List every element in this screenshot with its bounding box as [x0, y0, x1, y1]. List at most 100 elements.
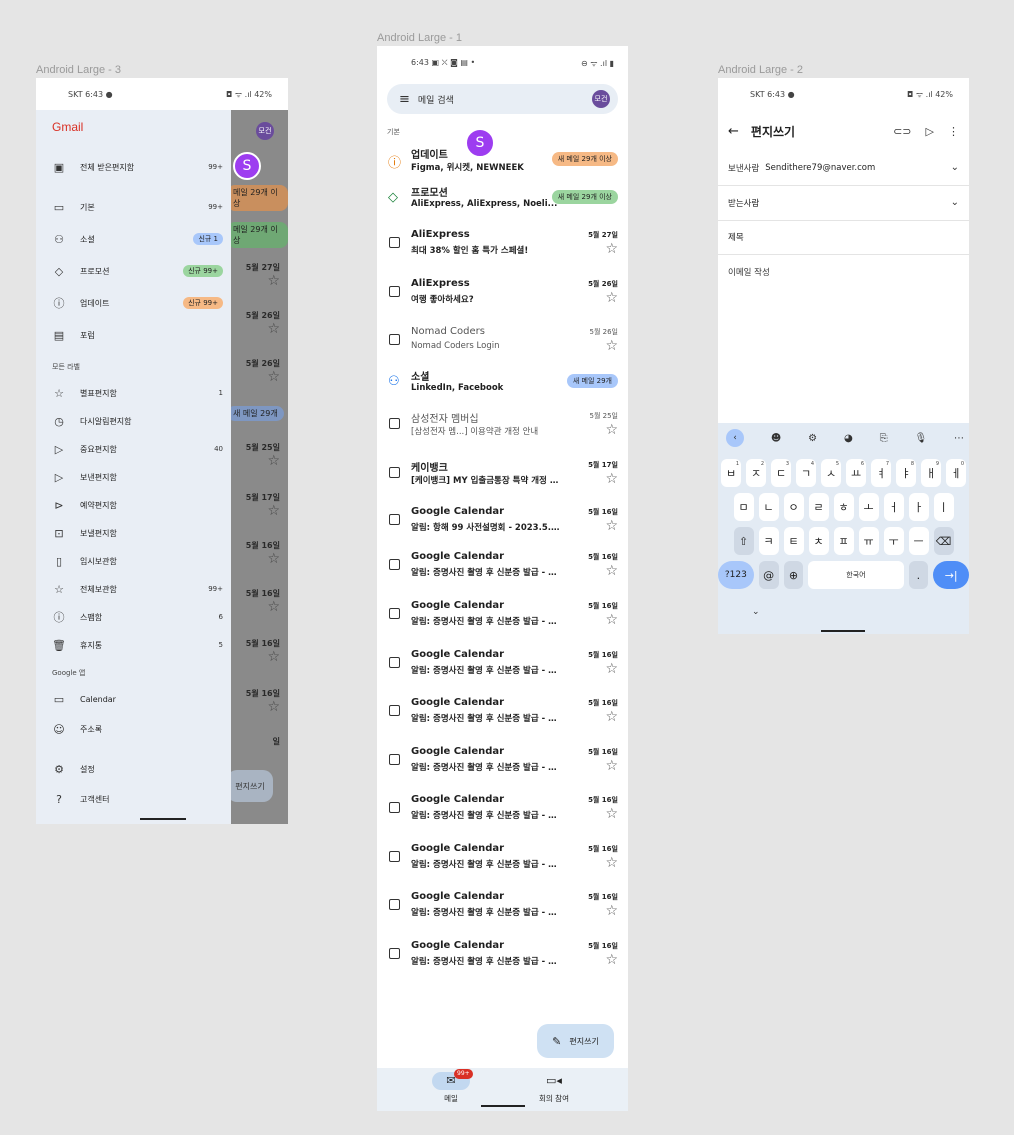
checkbox[interactable]	[389, 237, 400, 248]
mail-row[interactable]: 5월 16일 ☆ Google Calendar 알림: 증명사진 촬영 후 신분증 …	[387, 938, 618, 972]
mail-row[interactable]: 5월 26일 ☆ Nomad Coders Nomad Coders Login	[387, 324, 618, 358]
keyboard-hide-icon[interactable]: ⌄	[752, 607, 760, 617]
star-icon[interactable]: ☆	[605, 856, 618, 870]
key[interactable]: ㅈ2	[746, 459, 766, 487]
star-icon[interactable]: ☆	[605, 423, 618, 437]
checkbox[interactable]	[389, 948, 400, 959]
drawer-item-important[interactable]: ▷ 중요편지함 40	[52, 440, 223, 458]
drawer-item-promotions[interactable]: ◇ 프로모션 신규 99+	[52, 262, 223, 280]
mail-row[interactable]: 5월 25일 ☆ 삼성전자 멤버십 [삼성전자 멤...] 이용약관 개정 안내	[387, 408, 618, 442]
enter-icon[interactable]: →|	[933, 561, 969, 589]
star-icon[interactable]: ☆	[605, 759, 618, 773]
drawer-item-all-inbox[interactable]: ▣ 전체 받은편지함 99+	[52, 158, 223, 176]
checkbox[interactable]	[389, 802, 400, 813]
checkbox[interactable]	[389, 286, 400, 297]
key[interactable]: ㄷ3	[771, 459, 791, 487]
key[interactable]: ㅗ	[858, 493, 879, 521]
checkbox[interactable]	[389, 418, 400, 429]
star-icon[interactable]: ☆	[605, 564, 618, 578]
star-icon[interactable]: ☆	[605, 472, 618, 486]
key[interactable]: ㅐ9	[921, 459, 941, 487]
category-row[interactable]: ⓘ 새 메일 29개 이상 업데이트 Figma, 위시켓, NEWNEEK	[387, 144, 618, 178]
key[interactable]: ㅋ	[758, 527, 779, 555]
star-icon[interactable]: ☆	[605, 291, 618, 305]
back-arrow-icon[interactable]: ←	[728, 124, 739, 139]
palette-icon[interactable]: ◕	[844, 433, 853, 444]
checkbox[interactable]	[389, 467, 400, 478]
clipboard-icon[interactable]: ⎘	[880, 433, 888, 444]
key[interactable]: ㅕ7	[871, 459, 891, 487]
mail-row[interactable]: 5월 16일 ☆ Google Calendar 알림: 항해 99 사전설명회 - …	[387, 504, 618, 538]
key[interactable]: ㅜ	[883, 527, 904, 555]
drawer-item-starred[interactable]: ☆ 별표편지함 1	[52, 384, 223, 402]
star-icon[interactable]: ☆	[605, 613, 618, 627]
mail-row[interactable]: 5월 16일 ☆ Google Calendar 알림: 증명사진 촬영 후 신분증 …	[387, 647, 618, 681]
nav-meet[interactable]: ▭◂ 회의 참여	[524, 1072, 584, 1104]
key[interactable]: ㅓ	[883, 493, 904, 521]
search-input[interactable]: 메일 검색	[418, 93, 592, 106]
search-bar[interactable]: ≡ 메일 검색 모건	[387, 84, 618, 114]
drawer-item-calendar[interactable]: ▭ Calendar	[52, 690, 223, 708]
chevron-down-icon[interactable]: ⌄	[951, 197, 959, 208]
key[interactable]: ㄹ	[808, 493, 829, 521]
drawer-item-spam[interactable]: ⓘ 스팸함 6	[52, 608, 224, 626]
more-horiz-icon[interactable]: ⋯	[954, 433, 964, 444]
checkbox[interactable]	[389, 608, 400, 619]
star-icon[interactable]: ☆	[605, 339, 618, 353]
backspace-icon[interactable]: ⌫	[933, 527, 954, 555]
key[interactable]: ㅑ8	[896, 459, 916, 487]
key-space[interactable]: 한국어	[808, 561, 904, 589]
mail-row[interactable]: 5월 17일 ☆ 케이뱅크 [케이뱅크] MY 입출금통장 특약 개정 안내	[387, 457, 618, 491]
key[interactable]: ㅁ	[733, 493, 754, 521]
mail-row[interactable]: 5월 16일 ☆ Google Calendar 알림: 증명사진 촬영 후 신분증 …	[387, 598, 618, 632]
checkbox[interactable]	[389, 754, 400, 765]
shift-icon[interactable]: ⇧	[733, 527, 754, 555]
star-icon[interactable]: ☆	[605, 519, 618, 533]
checkbox[interactable]	[389, 334, 400, 345]
drawer-item-primary[interactable]: ▭ 기본 99+	[52, 198, 223, 216]
nav-mail[interactable]: ✉ 99+ 메일	[421, 1069, 481, 1104]
gear-icon[interactable]: ⚙	[808, 433, 817, 444]
send-icon[interactable]: ▷	[926, 125, 934, 138]
key-at[interactable]: @	[758, 561, 779, 589]
mail-row[interactable]: 5월 16일 ☆ Google Calendar 알림: 증명사진 촬영 후 신분증 …	[387, 889, 618, 923]
star-icon[interactable]: ☆	[605, 710, 618, 724]
key[interactable]: ㅣ	[933, 493, 954, 521]
checkbox[interactable]	[389, 705, 400, 716]
mail-row[interactable]: 5월 16일 ☆ Google Calendar 알림: 증명사진 촬영 후 신분증 …	[387, 695, 618, 729]
mail-row[interactable]: 5월 16일 ☆ Google Calendar 알림: 증명사진 촬영 후 신분증 …	[387, 744, 618, 778]
drawer-item-drafts[interactable]: ▯ 임시보관함	[52, 552, 223, 570]
mail-row[interactable]: 5월 16일 ☆ Google Calendar 알림: 증명사진 촬영 후 신분증 …	[387, 792, 618, 826]
menu-icon[interactable]: ≡	[399, 92, 410, 107]
avatar[interactable]: 모건	[592, 90, 610, 108]
key[interactable]: ㄴ	[758, 493, 779, 521]
key[interactable]: ㅌ	[783, 527, 804, 555]
star-icon[interactable]: ☆	[605, 904, 618, 918]
drawer-item-forums[interactable]: ▤ 포럼	[52, 326, 223, 344]
drawer-item-all-mail[interactable]: ☆ 전체보관함 99+	[52, 580, 223, 598]
key[interactable]: ㅔ0	[946, 459, 966, 487]
star-icon[interactable]: ☆	[605, 807, 618, 821]
compose-button[interactable]: ✎ 편지쓰기	[537, 1024, 614, 1058]
subject-input[interactable]: 제목	[718, 219, 969, 255]
mail-row[interactable]: 5월 26일 ☆ AliExpress 여행 좋아하세요?	[387, 276, 618, 310]
drawer-item-snoozed[interactable]: ◷ 다시알림편지함	[52, 412, 223, 430]
checkbox[interactable]	[389, 657, 400, 668]
drawer-item-outbox[interactable]: ⊡ 보낼편지함	[52, 524, 223, 542]
drawer-item-scheduled[interactable]: ⊳ 예약편지함	[52, 496, 223, 514]
key-period[interactable]: .	[908, 561, 929, 589]
key[interactable]: ㅏ	[908, 493, 929, 521]
avatar[interactable]: 모건	[256, 122, 274, 140]
drawer-item-sent[interactable]: ▷ 보낸편지함	[52, 468, 223, 486]
key[interactable]: ㅠ	[858, 527, 879, 555]
to-field[interactable]: 받는사람 ⌄	[718, 185, 969, 221]
key[interactable]: ㅛ6	[846, 459, 866, 487]
category-row[interactable]: ⚇ 새 메일 29개 소셜 LinkedIn, Facebook	[387, 366, 618, 400]
star-icon[interactable]: ☆	[605, 242, 618, 256]
star-icon[interactable]: ☆	[605, 662, 618, 676]
drawer-item-social[interactable]: ⚇ 소셜 신규 1	[52, 230, 223, 248]
drawer-item-help[interactable]: ? 고객센터	[52, 790, 223, 808]
key[interactable]: ㅎ	[833, 493, 854, 521]
mail-row[interactable]: 5월 16일 ☆ Google Calendar 알림: 증명사진 촬영 후 신분증 …	[387, 549, 618, 583]
from-field[interactable]: 보낸사람 Sendithere79@naver.com ⌄	[718, 150, 969, 186]
